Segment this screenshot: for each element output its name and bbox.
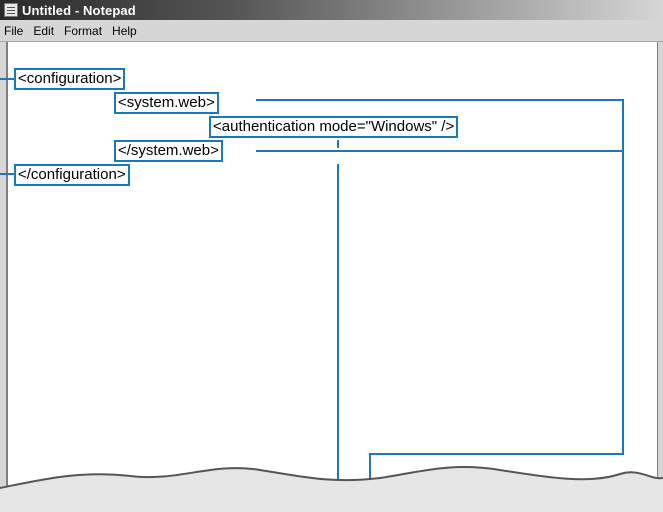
- code-line-system-web-open: <system.web>: [114, 92, 219, 114]
- code-line-system-web-close: </system.web>: [114, 140, 223, 162]
- notepad-window: Untitled - Notepad File Edit Format Help…: [0, 0, 663, 512]
- code-line-configuration-close: </configuration>: [14, 164, 130, 186]
- title-bar[interactable]: Untitled - Notepad: [0, 0, 663, 20]
- menu-bar: File Edit Format Help: [0, 20, 663, 42]
- menu-file[interactable]: File: [0, 20, 28, 42]
- menu-edit[interactable]: Edit: [28, 20, 59, 42]
- callout-line: [0, 173, 14, 175]
- callout-line: [622, 99, 624, 455]
- callout-line: [256, 99, 624, 101]
- code-line-configuration-open: <configuration>: [14, 68, 126, 90]
- window-title: Untitled - Notepad: [22, 2, 136, 18]
- notepad-icon: [4, 3, 18, 17]
- code-line-authentication: <authentication mode="Windows" />: [209, 116, 459, 138]
- menu-help[interactable]: Help: [107, 20, 142, 42]
- torn-edge-decoration: [0, 466, 663, 512]
- callout-line: [0, 78, 14, 80]
- callout-line: [256, 150, 624, 152]
- menu-format[interactable]: Format: [59, 20, 107, 42]
- callout-line: [337, 140, 339, 148]
